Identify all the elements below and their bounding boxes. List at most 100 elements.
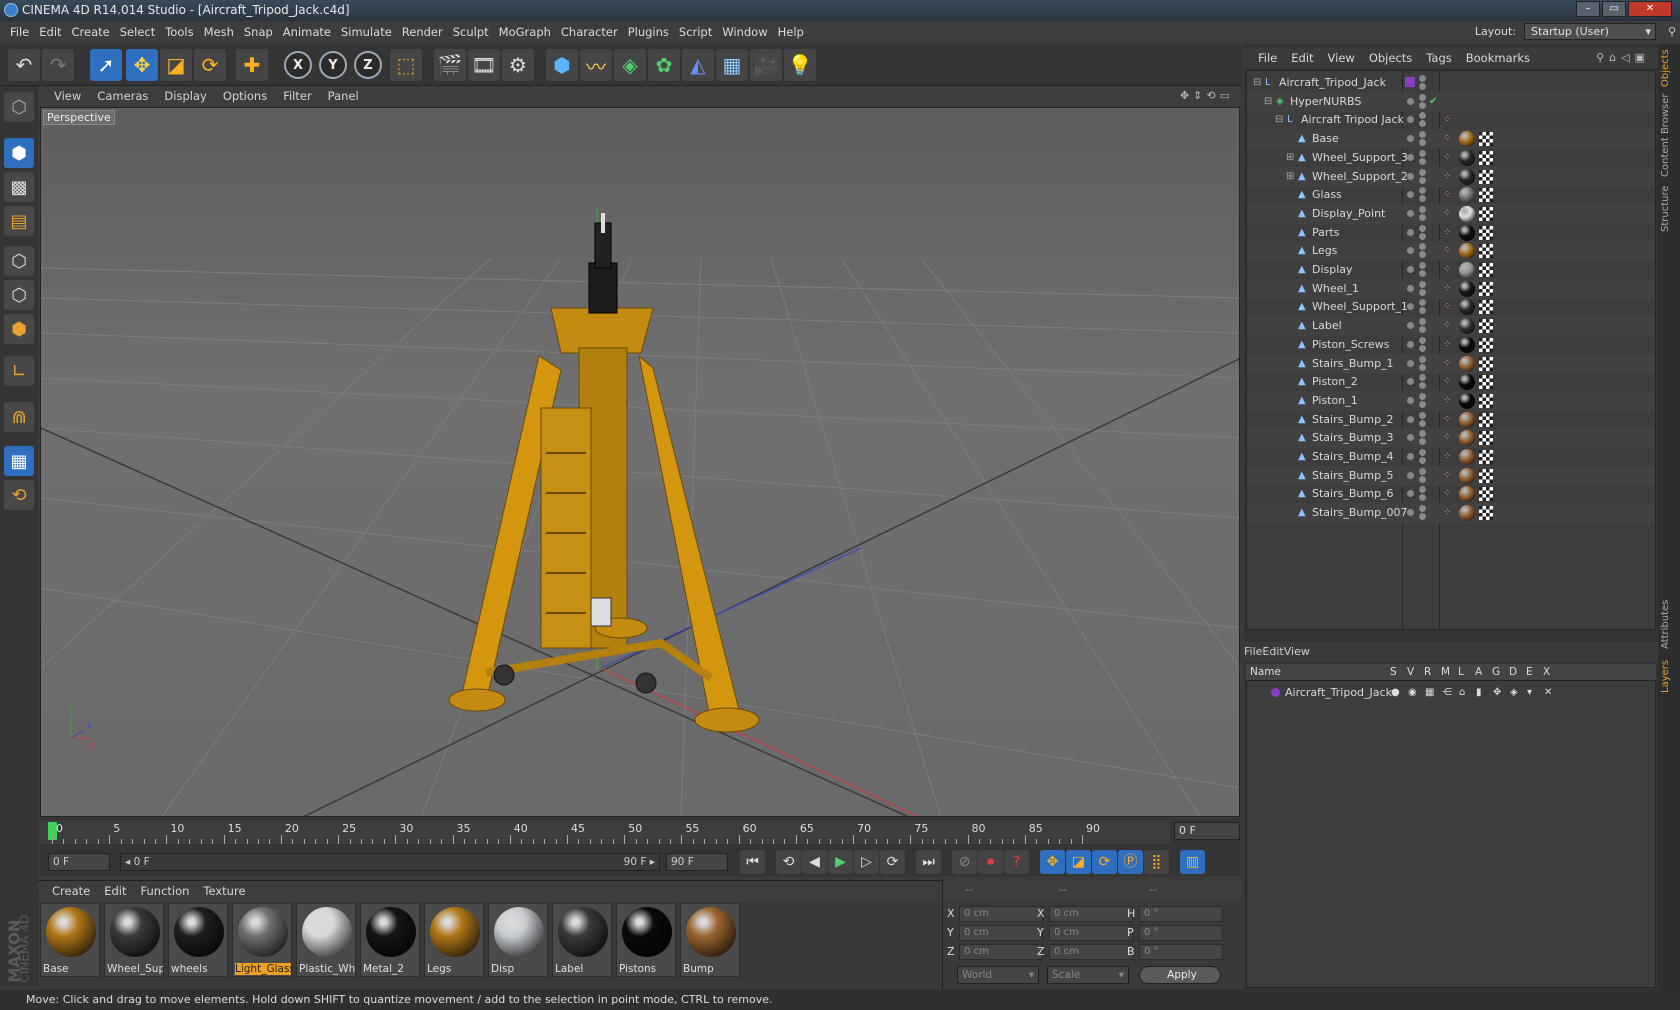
go-to-start-icon[interactable]: ⏮: [740, 850, 765, 874]
coord-value-field[interactable]: 0 °: [1139, 925, 1223, 941]
viewport-menu-view[interactable]: View: [54, 89, 81, 103]
keyframe-selection-icon[interactable]: ?: [1004, 850, 1029, 874]
render-visibility-dot[interactable]: [1419, 176, 1426, 184]
render-visibility-dot[interactable]: [1419, 224, 1426, 232]
editor-visibility-dot[interactable]: [1407, 209, 1414, 217]
material-tag-icon[interactable]: [1459, 262, 1475, 278]
render-visibility-dot[interactable]: [1419, 355, 1426, 363]
key-rotation-icon[interactable]: ⟳: [1092, 850, 1117, 874]
viewport-menu-panel[interactable]: Panel: [328, 89, 359, 103]
coord-value-field[interactable]: 0 °: [1139, 906, 1223, 922]
phong-tag-icon[interactable]: ⁘: [1443, 320, 1454, 331]
expand-toggle-icon[interactable]: ⊟: [1264, 96, 1275, 107]
uvw-tag-icon[interactable]: [1479, 225, 1493, 240]
phong-tag-icon[interactable]: ⁘: [1443, 339, 1454, 350]
viewport-menu-display[interactable]: Display: [164, 89, 206, 103]
enabled-check-icon[interactable]: ✔: [1429, 96, 1440, 107]
viewport-menu-cameras[interactable]: Cameras: [97, 89, 148, 103]
auto-keying-icon[interactable]: ⏺: [978, 850, 1003, 874]
render-visibility-dot[interactable]: [1419, 75, 1426, 82]
material-swatch[interactable]: Metal_2: [360, 903, 420, 977]
deformer-icon[interactable]: ◭: [682, 49, 714, 81]
object-row[interactable]: ▲ Wheel_Support_1 ⁘: [1247, 297, 1655, 317]
menu-edit[interactable]: Edit: [39, 25, 61, 39]
layer-flag-icon[interactable]: ◉: [1408, 687, 1419, 698]
material-swatch[interactable]: Plastic_Wh: [296, 903, 356, 977]
render-visibility-dot[interactable]: [1419, 112, 1426, 120]
layer-column-header[interactable]: M: [1441, 664, 1450, 680]
material-tag-icon[interactable]: [1459, 299, 1475, 316]
uvw-tag-icon[interactable]: [1479, 375, 1493, 390]
expand-toggle-icon[interactable]: ⊞: [1286, 171, 1297, 182]
editor-visibility-dot[interactable]: [1407, 247, 1414, 255]
layer-flag-icon[interactable]: ●: [1391, 687, 1402, 698]
render-visibility-dot[interactable]: [1419, 475, 1426, 483]
render-visibility-dot[interactable]: [1419, 299, 1426, 307]
previous-key-icon[interactable]: ⟲: [776, 850, 801, 874]
menu-animate[interactable]: Animate: [283, 25, 331, 39]
layer-row[interactable]: Aircraft_Tripod_Jack ● ◉ ▦ ⋲ ⌂ ▮ ✥ ◈ ▾ ✕: [1247, 683, 1655, 703]
phong-tag-icon[interactable]: ⁘: [1443, 395, 1454, 406]
layer-menu-view[interactable]: View: [1284, 645, 1310, 658]
render-visibility-dot[interactable]: [1419, 392, 1426, 400]
uvw-tag-icon[interactable]: [1479, 337, 1493, 352]
object-row[interactable]: ▲ Wheel_1 ⁘: [1247, 278, 1655, 299]
render-visibility-dot[interactable]: [1419, 363, 1426, 371]
render-visibility-dot[interactable]: [1419, 139, 1426, 147]
object-row[interactable]: ▲ Piston_1 ⁘: [1247, 390, 1655, 411]
minimize-button[interactable]: –: [1576, 1, 1600, 17]
material-swatch[interactable]: Label: [552, 903, 612, 977]
side-tab-attributes[interactable]: Attributes: [1660, 598, 1678, 650]
layer-column-header[interactable]: S: [1390, 664, 1397, 680]
menu-mesh[interactable]: Mesh: [204, 25, 234, 39]
layout-dropdown[interactable]: Startup (User) ▾: [1524, 23, 1656, 40]
material-tag-icon[interactable]: [1459, 505, 1475, 522]
uvw-tag-icon[interactable]: [1479, 206, 1493, 221]
material-swatch[interactable]: Base: [40, 903, 100, 977]
render-visibility-dot[interactable]: [1419, 326, 1426, 334]
layer-flag-icon[interactable]: ▾: [1527, 687, 1538, 698]
object-row[interactable]: ▲ Stairs_Bump_4 ⁘: [1247, 447, 1655, 467]
points-mode-icon[interactable]: ⬡: [4, 246, 34, 276]
coord-space-dropdown[interactable]: World ▾: [957, 966, 1039, 984]
editor-visibility-dot[interactable]: [1407, 378, 1414, 386]
render-visibility-dot[interactable]: [1419, 419, 1426, 427]
render-visibility-dot[interactable]: [1419, 213, 1426, 221]
key-parameter-icon[interactable]: Ⓟ: [1118, 850, 1143, 874]
layer-column-header[interactable]: E: [1526, 664, 1533, 680]
next-key-icon[interactable]: ⟳: [880, 850, 905, 874]
texture-mode-icon[interactable]: ▩: [4, 172, 34, 202]
material-tag-icon[interactable]: [1459, 336, 1475, 353]
uvw-tag-icon[interactable]: [1479, 263, 1493, 277]
current-frame-field[interactable]: 0 F: [1174, 822, 1240, 840]
render-visibility-dot[interactable]: [1419, 280, 1426, 288]
render-visibility-dot[interactable]: [1419, 411, 1426, 419]
camera-icon[interactable]: 🎥: [750, 49, 782, 81]
side-tab-objects[interactable]: Objects: [1660, 48, 1678, 88]
render-visibility-dot[interactable]: [1419, 101, 1426, 109]
phong-tag-icon[interactable]: ⁘: [1443, 432, 1454, 443]
object-row[interactable]: ▲ Display_Point ⁘: [1247, 203, 1655, 224]
phong-tag-icon[interactable]: ⁘: [1443, 376, 1454, 387]
render-visibility-dot[interactable]: [1419, 467, 1426, 475]
render-visibility-dot[interactable]: [1419, 344, 1426, 352]
uvw-tag-icon[interactable]: [1479, 244, 1493, 259]
layer-flag-icon[interactable]: ✥: [1493, 687, 1504, 698]
render-visibility-dot[interactable]: [1419, 93, 1426, 101]
material-tag-icon[interactable]: [1459, 374, 1475, 391]
uvw-tag-icon[interactable]: [1479, 393, 1493, 408]
edges-mode-icon[interactable]: ⬡: [4, 280, 34, 310]
render-picture-viewer-icon[interactable]: 🎞: [468, 49, 500, 81]
coord-value-field[interactable]: 0 cm: [1049, 906, 1133, 922]
menu-character[interactable]: Character: [561, 25, 618, 39]
light-icon[interactable]: 💡: [784, 49, 816, 81]
menu-file[interactable]: File: [10, 25, 29, 39]
expand-toggle-icon[interactable]: ⊟: [1275, 114, 1286, 125]
menu-help[interactable]: Help: [778, 25, 804, 39]
uvw-tag-icon[interactable]: [1479, 412, 1493, 427]
material-tag-icon[interactable]: [1459, 355, 1475, 372]
layer-column-header[interactable]: V: [1407, 664, 1414, 680]
material-tag-icon[interactable]: [1459, 205, 1475, 222]
close-button[interactable]: ✕: [1628, 1, 1672, 17]
layer-color-swatch[interactable]: [1271, 688, 1280, 697]
